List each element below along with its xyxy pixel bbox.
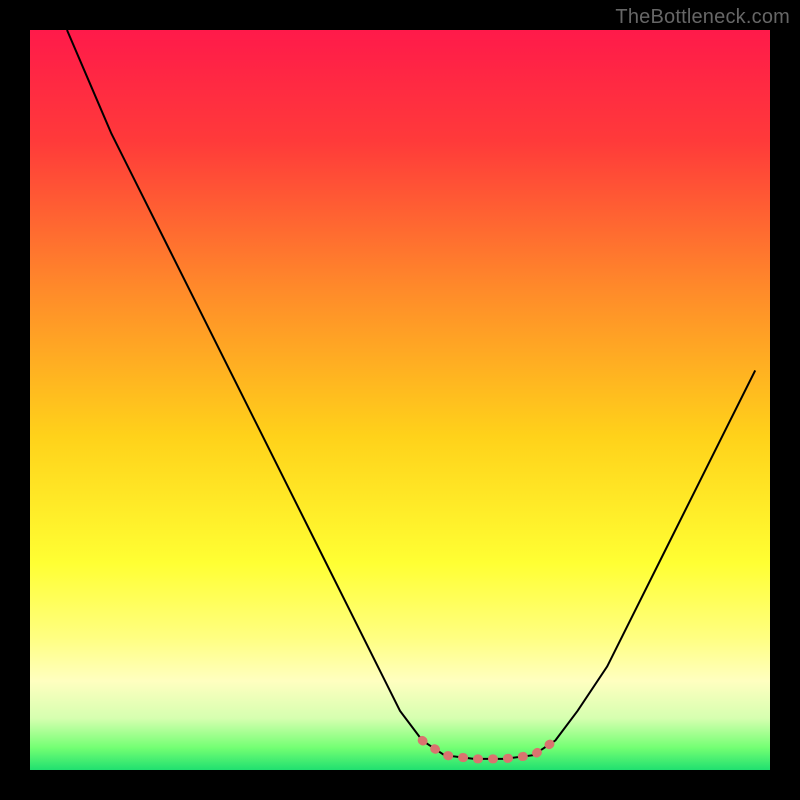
chart-container: TheBottleneck.com bbox=[0, 0, 800, 800]
bottleneck-chart bbox=[0, 0, 800, 800]
watermark-text: TheBottleneck.com bbox=[615, 6, 790, 29]
plot-background bbox=[30, 30, 770, 770]
